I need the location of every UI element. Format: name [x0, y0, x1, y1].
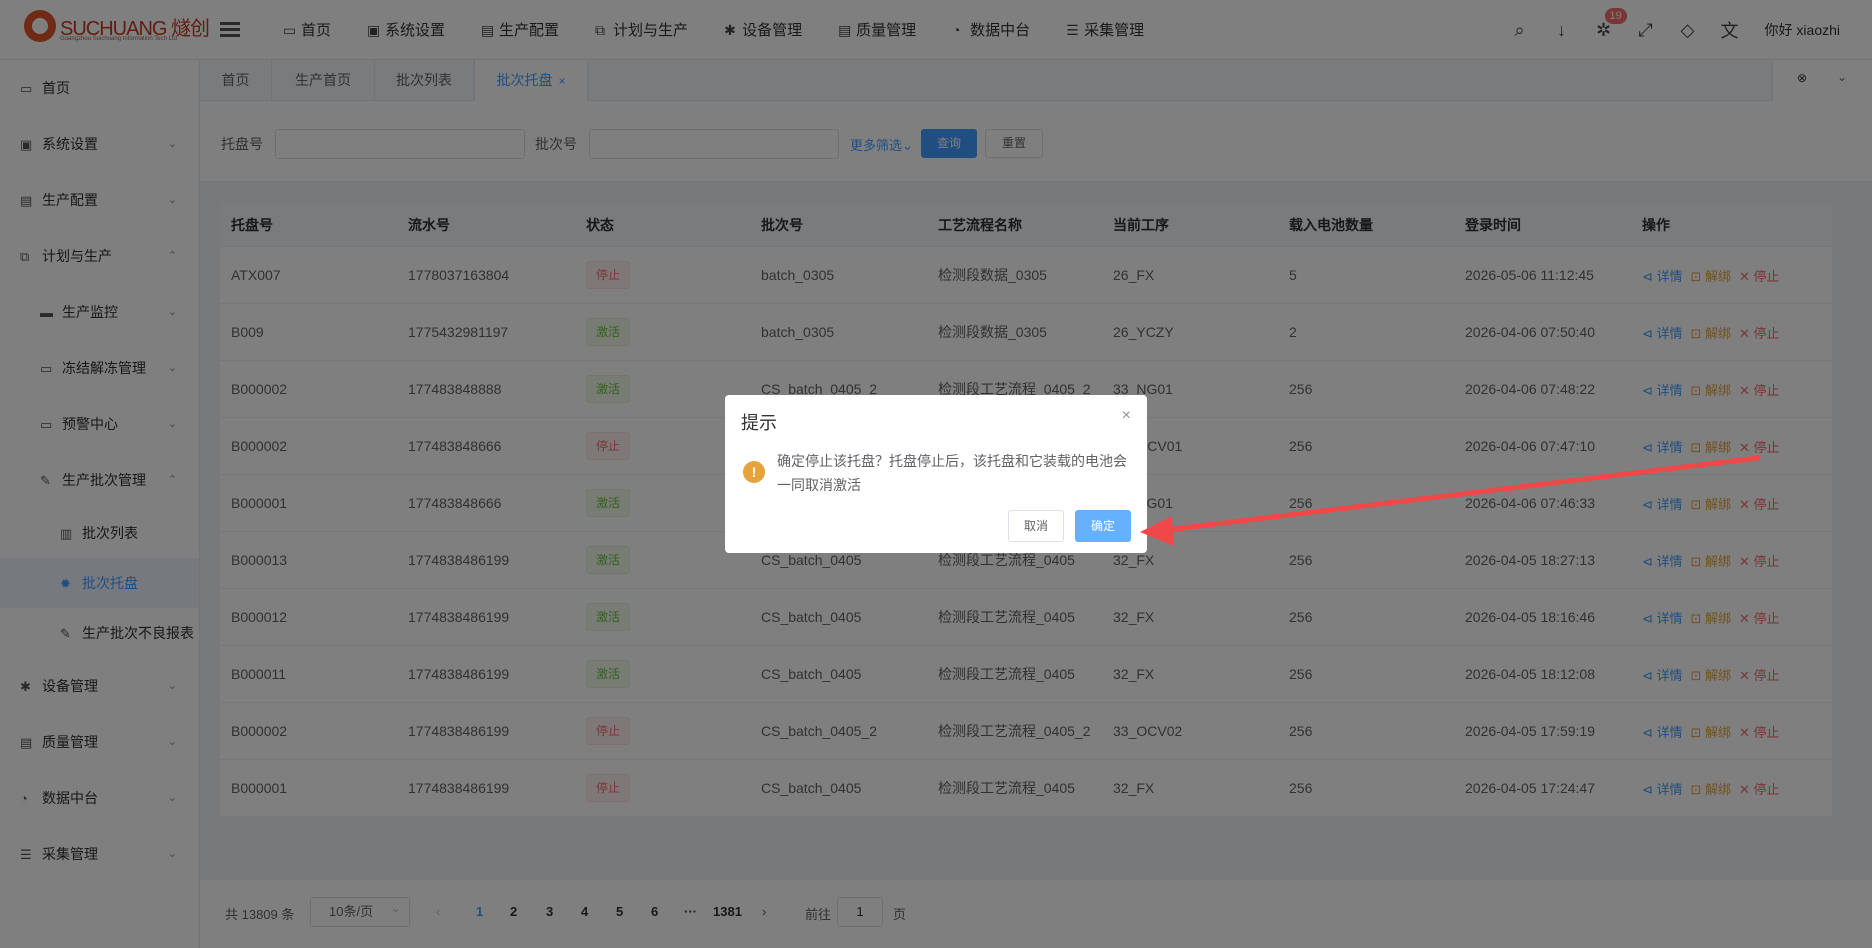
annotation-arrow	[1140, 455, 1761, 546]
annotation-arrow-head	[1140, 516, 1174, 546]
annotation-arrow-shaft	[1163, 455, 1761, 533]
